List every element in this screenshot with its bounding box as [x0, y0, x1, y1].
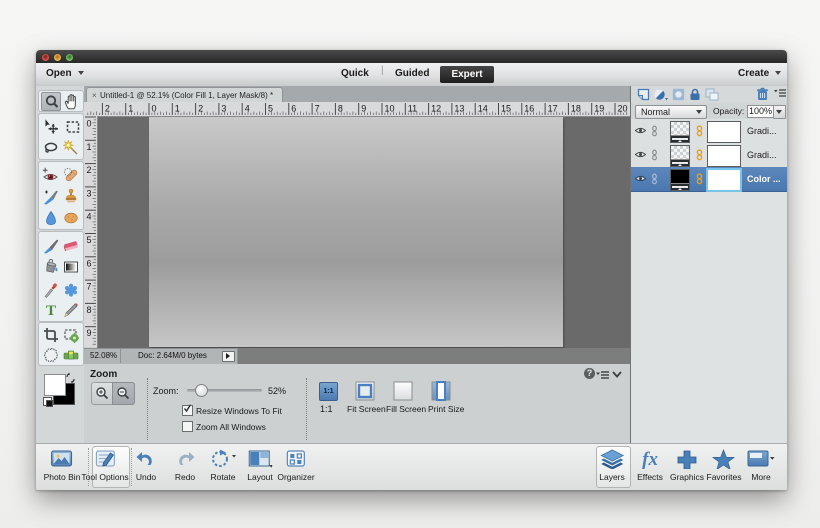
svg-text:7: 7: [315, 104, 320, 114]
svg-text:6: 6: [291, 104, 296, 114]
svg-text:16: 16: [524, 104, 534, 114]
svg-text:8: 8: [338, 104, 343, 114]
svg-text:8: 8: [87, 305, 92, 315]
svg-text:fx: fx: [642, 449, 658, 469]
svg-text:19: 19: [594, 104, 604, 114]
svg-text:6: 6: [87, 258, 92, 268]
svg-text:2: 2: [198, 104, 203, 114]
svg-text:1: 1: [175, 104, 180, 114]
svg-text:2: 2: [87, 165, 92, 175]
svg-text:18: 18: [571, 104, 581, 114]
svg-text:9: 9: [87, 328, 92, 338]
svg-text:11: 11: [408, 104, 417, 114]
svg-text:4: 4: [87, 212, 92, 222]
svg-text:7: 7: [87, 282, 92, 292]
svg-text:13: 13: [454, 104, 464, 114]
svg-text:0: 0: [87, 119, 92, 129]
svg-text:10: 10: [385, 104, 395, 114]
svg-text:17: 17: [548, 104, 558, 114]
svg-text:14: 14: [478, 104, 488, 114]
svg-text:20: 20: [618, 104, 628, 114]
svg-text:4: 4: [245, 104, 250, 114]
svg-text:3: 3: [87, 188, 92, 198]
svg-text:5: 5: [268, 104, 273, 114]
svg-text:3: 3: [221, 104, 226, 114]
svg-text:0: 0: [152, 104, 157, 114]
svg-text:2: 2: [105, 104, 110, 114]
svg-text:5: 5: [87, 235, 92, 245]
svg-text:12: 12: [431, 104, 441, 114]
svg-text:T: T: [46, 303, 56, 318]
svg-text:9: 9: [361, 104, 366, 114]
svg-text:15: 15: [501, 104, 511, 114]
svg-text:1: 1: [128, 104, 133, 114]
svg-text:1: 1: [87, 142, 92, 152]
